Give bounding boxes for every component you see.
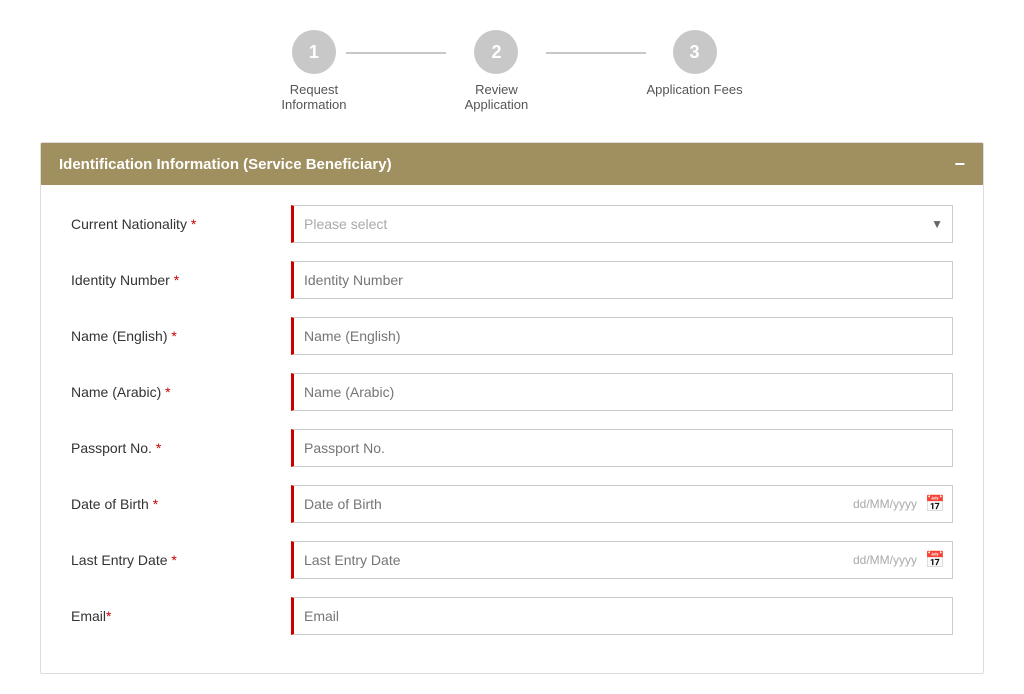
identification-section: Identification Information (Service Bene… <box>40 142 984 674</box>
step-connector-2 <box>546 52 646 54</box>
last-entry-input[interactable] <box>291 541 953 579</box>
email-wrapper <box>291 597 953 635</box>
passport-label: Passport No. * <box>71 440 291 456</box>
name-arabic-input[interactable] <box>291 373 953 411</box>
passport-required: * <box>156 440 161 456</box>
nationality-wrapper: Please select ▼ <box>291 205 953 243</box>
last-entry-wrapper: dd/MM/yyyy 📅 <box>291 541 953 579</box>
step-1: 1 RequestInformation <box>281 30 346 112</box>
stepper: 1 RequestInformation 2 Review Applicatio… <box>20 30 1004 112</box>
email-input[interactable] <box>291 597 953 635</box>
step-3-circle: 3 <box>673 30 717 74</box>
step-connector-1 <box>346 52 446 54</box>
identity-number-wrapper <box>291 261 953 299</box>
nationality-select[interactable]: Please select <box>291 205 953 243</box>
identity-number-label: Identity Number * <box>71 272 291 288</box>
name-arabic-row: Name (Arabic) * <box>71 373 953 411</box>
name-english-row: Name (English) * <box>71 317 953 355</box>
passport-input[interactable] <box>291 429 953 467</box>
last-entry-row: Last Entry Date * dd/MM/yyyy 📅 <box>71 541 953 579</box>
email-label: Email* <box>71 608 291 624</box>
nationality-required: * <box>191 216 196 232</box>
passport-row: Passport No. * <box>71 429 953 467</box>
step-3-label: Application Fees <box>646 82 742 97</box>
email-required: * <box>106 608 111 624</box>
name-english-input[interactable] <box>291 317 953 355</box>
dob-input[interactable] <box>291 485 953 523</box>
dob-required: * <box>153 496 158 512</box>
dob-wrapper: dd/MM/yyyy 📅 <box>291 485 953 523</box>
collapse-button[interactable]: − <box>954 155 965 173</box>
name-arabic-label: Name (Arabic) * <box>71 384 291 400</box>
email-row: Email* <box>71 597 953 635</box>
identity-number-input[interactable] <box>291 261 953 299</box>
section-header: Identification Information (Service Bene… <box>41 143 983 185</box>
identity-number-row: Identity Number * <box>71 261 953 299</box>
step-2-label: Review Application <box>446 82 546 112</box>
step-3: 3 Application Fees <box>646 30 742 97</box>
section-title: Identification Information (Service Bene… <box>59 156 392 173</box>
last-entry-label: Last Entry Date * <box>71 552 291 568</box>
name-english-label: Name (English) * <box>71 328 291 344</box>
nationality-row: Current Nationality * Please select ▼ <box>71 205 953 243</box>
name-english-wrapper <box>291 317 953 355</box>
name-english-required: * <box>171 328 176 344</box>
nationality-label: Current Nationality * <box>71 216 291 232</box>
identity-required: * <box>174 272 179 288</box>
name-arabic-wrapper <box>291 373 953 411</box>
step-2-circle: 2 <box>474 30 518 74</box>
step-1-circle: 1 <box>292 30 336 74</box>
section-body: Current Nationality * Please select ▼ Id… <box>41 185 983 673</box>
dob-label: Date of Birth * <box>71 496 291 512</box>
step-1-label: RequestInformation <box>281 82 346 112</box>
passport-wrapper <box>291 429 953 467</box>
dob-row: Date of Birth * dd/MM/yyyy 📅 <box>71 485 953 523</box>
page-wrapper: 1 RequestInformation 2 Review Applicatio… <box>0 0 1024 694</box>
last-entry-required: * <box>171 552 176 568</box>
step-2: 2 Review Application <box>446 30 546 112</box>
name-arabic-required: * <box>165 384 170 400</box>
